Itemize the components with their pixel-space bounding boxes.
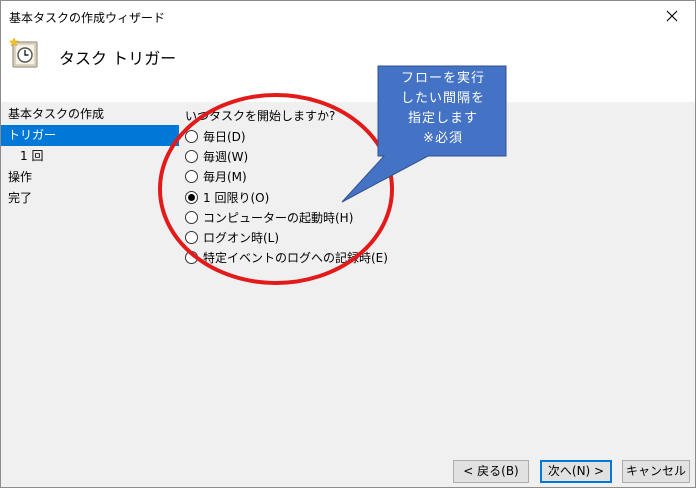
callout-text: フローを実行 したい間隔を 指定します ※必須: [380, 69, 506, 149]
callout-line: ※必須: [423, 131, 463, 146]
callout-line: フローを実行: [400, 71, 485, 86]
callout-line: 指定します: [407, 111, 478, 126]
annotation-overlay: [158, 65, 507, 285]
callout-line: したい間隔を: [400, 91, 485, 106]
